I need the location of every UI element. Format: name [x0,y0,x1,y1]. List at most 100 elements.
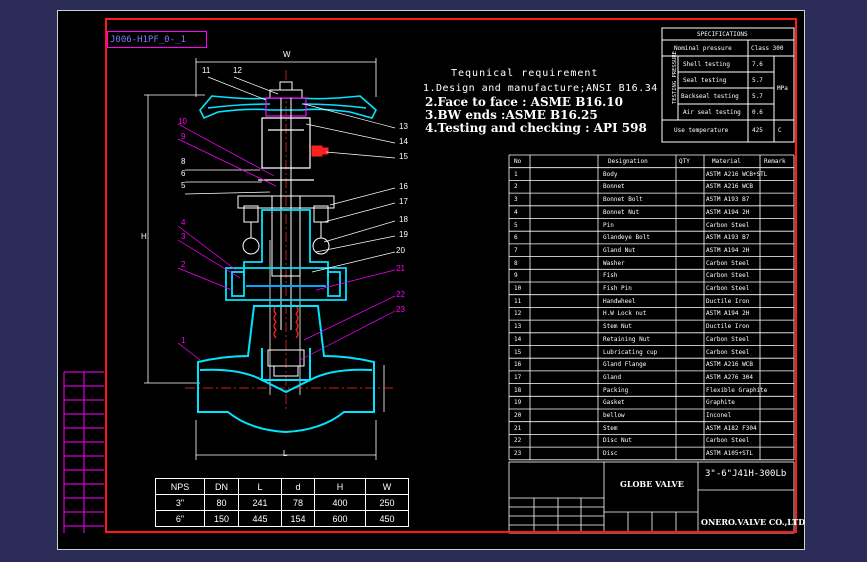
callout-number: 8 [181,157,186,166]
callout-number: 13 [399,122,408,131]
callout-number: 10 [178,117,187,126]
spec-row-value: 5.7 [752,77,763,84]
part-material: Carbon Steel [706,272,750,280]
parts-header-qty: QTY [679,158,690,165]
spec-pressure-unit: MPa [777,85,788,92]
part-material: ASTM A216 WCB [706,183,753,191]
callout-number: 6 [181,169,186,178]
part-designation: Handwheel [603,297,636,305]
part-material: ASTM A105+STL [706,450,753,458]
callout-number: 2 [181,260,186,269]
dim-header: NPS [155,478,205,495]
part-designation: Stem [603,424,618,432]
spec-nominal-label: Nominal pressure [674,45,732,52]
spec-test-group-label: TESTING PRESSURE [672,51,678,104]
part-material: Ductile Iron [706,323,750,331]
spec-row-label: Air seal testing [683,109,741,116]
part-no: 8 [514,259,518,267]
part-no: 5 [514,221,518,229]
drawing-id: J006-H1PF_0-_1 [107,31,207,48]
part-material: ASTM A216 WCB [706,361,753,369]
part-no: 15 [514,348,522,356]
dim-cell: 400 [314,494,366,511]
dim-label-h: H [141,232,147,241]
callout-number: 3 [181,232,186,241]
callout-number: 1 [181,336,186,345]
spec-temp-value: 425 [752,127,763,134]
part-no: 7 [514,246,518,254]
table-row: NPS DN L d H W [155,478,409,495]
spec-title: SPECIFICATIONS [697,31,748,38]
title-block-company: ONERO.VALVE CO.,LTD [701,517,806,527]
tech-req-1: 1.Design and manufacture;ANSI B16.34 [423,83,658,94]
part-designation: bellow [603,412,625,419]
part-no: 6 [514,234,518,242]
dim-label-w: W [283,50,291,59]
title-block-model: 3"-6"J41H-300Lb [705,469,787,479]
part-no: 18 [514,386,522,394]
callout-number: 18 [399,215,408,224]
part-designation: Gasket [603,399,625,407]
part-no: 17 [514,373,522,381]
dim-header: W [365,478,409,495]
callout-number: 20 [396,246,405,255]
part-designation: Disc [603,450,618,458]
part-designation: Washer [603,259,625,267]
callout-number: 5 [181,181,186,190]
dim-header: DN [204,478,239,495]
part-no: 22 [514,437,522,445]
part-material: ASTM A194 2H [706,208,750,216]
part-designation: Bonnet Bolt [603,196,643,204]
callout-number: 9 [181,132,186,141]
part-no: 1 [514,170,518,178]
callout-number: 17 [399,197,408,206]
callout-number: 11 [202,66,211,75]
part-material: Carbon Steel [706,285,750,292]
title-block-name: GLOBE VALVE [620,479,684,489]
part-designation: Gland Flange [603,361,647,369]
table-row: 6" 150 445 154 600 450 [155,510,409,527]
part-material: ASTM A194 2H [706,246,750,254]
part-material: ASTM A193 B7 [706,234,750,242]
tech-req-title: Tequnical requirement [451,68,599,79]
dim-cell: 154 [281,510,315,527]
dim-cell: 445 [238,510,282,527]
dimensions-table: NPS DN L d H W 3" 80 241 78 400 250 6" 1… [155,478,409,527]
part-no: 23 [514,450,522,458]
spec-temp-label: Use temperature [674,127,729,134]
part-material: ASTM A216 WCB+STL [706,170,768,178]
dim-cell: 80 [204,494,239,511]
part-no: 20 [514,412,522,419]
part-no: 12 [514,310,522,318]
spec-row-label: Shell testing [683,61,730,68]
parts-header-material: Material [712,158,741,165]
parts-header-remark: Remark [764,158,786,165]
part-designation: Fish [603,272,618,280]
part-material: Inconel [706,412,732,419]
parts-header-no: No [514,158,522,165]
callout-number: 4 [181,218,186,227]
part-designation: Packing [603,386,629,394]
part-no: 11 [514,297,522,305]
dim-cell: 78 [281,494,315,511]
dim-cell: 450 [365,510,409,527]
part-material: ASTM A193 B7 [706,196,750,204]
spec-row-label: Seal testing [683,77,727,84]
part-designation: H.W Lock nut [603,310,647,318]
part-material: Flexible Graphite [706,386,768,394]
part-designation: Stem Nut [603,323,632,331]
part-material: ASTM A194 2H [706,310,750,318]
callout-number: 19 [399,230,408,239]
part-no: 16 [514,361,522,369]
spec-row-label: Backseal testing [681,93,739,100]
callout-number: 16 [399,182,408,191]
part-no: 4 [514,208,518,216]
part-designation: Gland [603,373,622,381]
callout-number: 15 [399,152,408,161]
tech-req-4: 4.Testing and checking : API 598 [425,121,647,135]
part-no: 13 [514,323,522,331]
left-revision-strip [63,371,104,533]
part-no: 21 [514,424,522,432]
part-designation: Disc Nut [603,437,632,445]
callout-number: 22 [396,290,405,299]
